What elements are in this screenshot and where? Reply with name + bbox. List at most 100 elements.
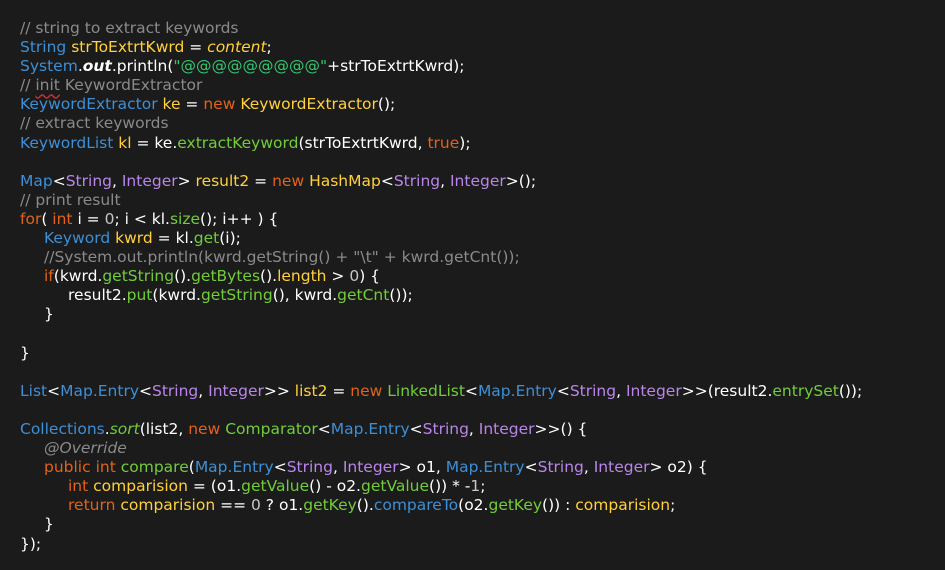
code-token: if — [44, 267, 54, 286]
code-token: , — [332, 458, 343, 477]
code-token: comparision — [93, 477, 188, 496]
code-token: getValue — [361, 477, 430, 496]
code-line: Map<String, Integer> result2 = new HashM… — [20, 172, 940, 191]
code-token: Integer — [449, 171, 506, 190]
code-editor[interactable]: // string to extract keywords String strT… — [20, 19, 940, 554]
code-token: "@@@@@@@@@" — [173, 57, 328, 76]
code-token: (i); — [219, 229, 241, 248]
code-token: < — [47, 381, 61, 400]
code-token: > — [177, 171, 196, 190]
code-line: Keyword kwrd = kl.get(i); — [20, 229, 940, 248]
code-token: entrySet — [772, 381, 839, 400]
code-token: ) { — [359, 267, 381, 286]
code-line: KeywordList kl = ke.extractKeyword(strTo… — [20, 134, 940, 153]
code-token: new — [188, 419, 221, 438]
code-token: >>() { — [534, 419, 588, 438]
code-token: } — [44, 305, 54, 324]
code-token: = — [327, 381, 351, 400]
code-token: (o2. — [458, 496, 489, 515]
code-token: (). — [356, 496, 374, 515]
code-line: public int compare(Map.Entry<String, Int… — [20, 458, 940, 477]
code-token: (). — [260, 267, 278, 286]
code-token: ; — [480, 477, 486, 496]
code-token: > o1, — [398, 458, 446, 477]
code-token: (), kwrd. — [272, 286, 338, 305]
code-token: (); — [377, 95, 396, 114]
code-token: true — [427, 133, 460, 152]
code-token: Integer — [121, 171, 178, 190]
code-token: init — [35, 76, 60, 95]
code-token: Integer — [478, 419, 535, 438]
code-line: // string to extract keywords — [20, 19, 940, 38]
code-token: String — [20, 38, 67, 57]
code-token: ); — [459, 133, 471, 152]
code-token: length — [277, 267, 327, 286]
code-token: Collections — [20, 419, 105, 438]
code-line: //System.out.println(kwrd.getString() + … — [20, 248, 940, 267]
code-token: , — [583, 458, 594, 477]
code-token: < — [524, 458, 538, 477]
code-token: getKey — [488, 496, 543, 515]
code-token: return — [68, 496, 116, 515]
code-token: strToExtrtKwrd — [71, 38, 185, 57]
code-token: getCnt — [337, 286, 390, 305]
code-line: } — [20, 515, 940, 534]
code-token: (); i++ ) { — [200, 209, 279, 228]
code-token: // print result — [20, 190, 121, 209]
code-token: (list2, — [139, 419, 189, 438]
code-token: getBytes — [191, 267, 261, 286]
code-token: int — [68, 477, 89, 496]
code-token: = (o1. — [187, 477, 242, 496]
code-line: @Override — [20, 439, 940, 458]
code-token: ()) * - — [429, 477, 471, 496]
code-token: = ke. — [131, 133, 178, 152]
code-token: //System.out.println(kwrd.getString() + … — [44, 248, 520, 267]
code-token: for — [20, 209, 42, 228]
code-token: +strToExtrtKwrd); — [327, 57, 465, 76]
code-token: // extract keywords — [20, 114, 169, 133]
code-token: < — [139, 381, 152, 400]
code-token: ? o1. — [260, 496, 304, 515]
code-token: comparision — [120, 496, 216, 515]
code-line: // extract keywords — [20, 114, 940, 133]
code-line: if(kwrd.getString().getBytes().length > … — [20, 267, 940, 286]
code-token: KeywordExtractor — [59, 76, 203, 95]
code-token: String — [569, 381, 617, 400]
code-token: compareTo — [373, 496, 459, 515]
code-token: getString — [102, 267, 175, 286]
code-token: result2. — [68, 286, 127, 305]
code-line: // print result — [20, 191, 940, 210]
code-token: int — [95, 458, 116, 477]
code-token: kl — [118, 133, 132, 152]
code-token: < — [273, 458, 287, 477]
code-token: < — [317, 419, 331, 438]
code-token: == — [215, 496, 251, 515]
code-token: // string to extract keywords — [20, 19, 239, 37]
code-token: Map.Entry — [60, 381, 139, 400]
code-token: (kwrd. — [53, 267, 103, 286]
code-token: Map.Entry — [330, 419, 410, 438]
code-token: getString — [200, 286, 273, 305]
code-token: content — [207, 38, 267, 57]
code-token: KeywordExtractor — [20, 95, 158, 114]
code-token: 1 — [470, 477, 481, 496]
code-token: = — [184, 38, 208, 57]
code-token: , — [468, 419, 479, 438]
code-line: }); — [20, 535, 940, 554]
code-line: for( int i = 0; i < kl.size(); i++ ) { — [20, 210, 940, 229]
code-token: Map.Entry — [477, 381, 557, 400]
code-token: public — [44, 458, 91, 477]
code-token: (kwrd. — [152, 286, 201, 305]
code-line: String strToExtrtKwrd = content; — [20, 38, 940, 57]
code-token: = — [180, 95, 204, 114]
code-token: Keyword — [44, 229, 111, 248]
code-token: ()) : — [542, 496, 576, 515]
code-token: = — [249, 171, 273, 190]
code-line: System.out.println("@@@@@@@@@"+strToExtr… — [20, 57, 940, 76]
code-token: ke — [162, 95, 181, 114]
code-line: return comparision == 0 ? o1.getKey().co… — [20, 496, 940, 515]
code-token: comparision — [575, 496, 671, 515]
